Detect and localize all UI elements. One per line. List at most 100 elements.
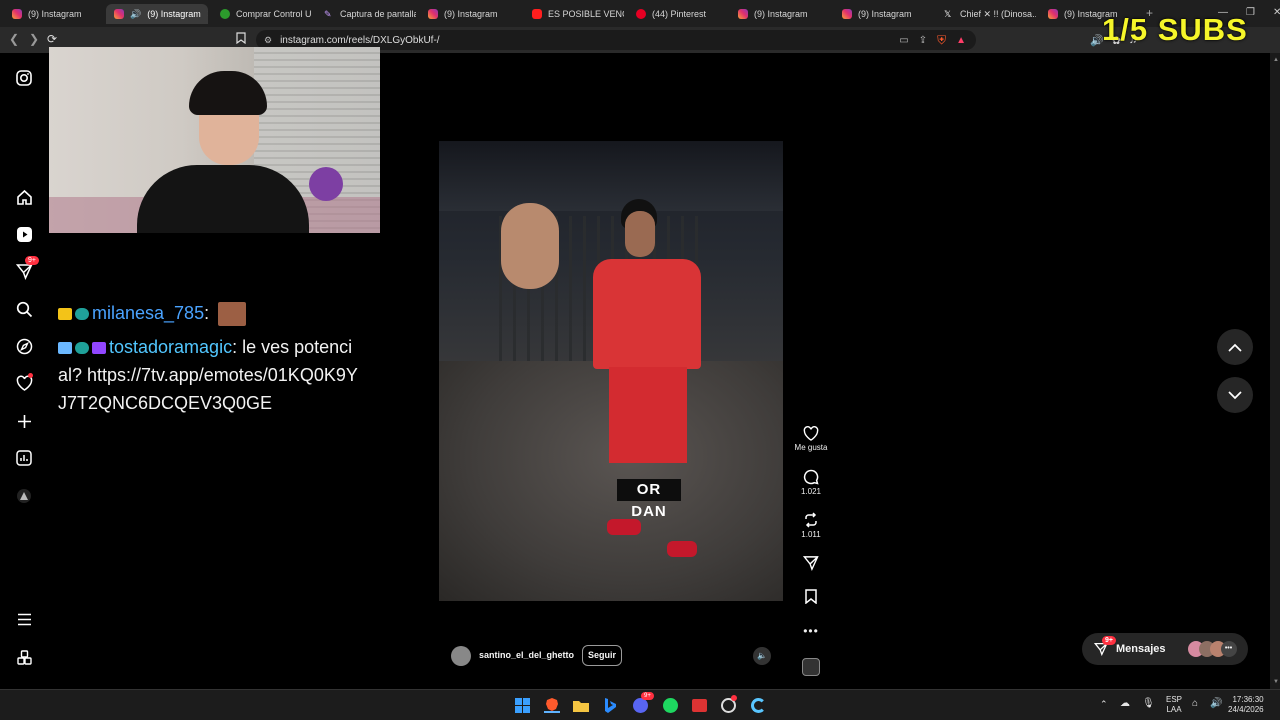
- messages-badge: 9+: [1102, 636, 1116, 645]
- bookmark-icon: [805, 589, 817, 604]
- more-avatars-icon: •••: [1220, 641, 1237, 657]
- night-sky: [439, 141, 783, 211]
- sword-badge-icon: [58, 342, 72, 355]
- search-icon[interactable]: [14, 299, 34, 319]
- file-explorer-icon[interactable]: [573, 697, 589, 713]
- right-sneaker: [667, 541, 697, 557]
- scroll-up-icon[interactable]: ▲: [1273, 57, 1279, 63]
- microphone-icon[interactable]: 🎙: [1142, 698, 1155, 709]
- next-reel-button[interactable]: [1217, 377, 1253, 413]
- notifications-heart-icon[interactable]: [14, 373, 34, 393]
- plush-toy: [309, 167, 343, 201]
- bookmark-icon[interactable]: [236, 32, 246, 47]
- windows-start-icon[interactable]: [514, 697, 530, 713]
- scroll-down-icon[interactable]: ▼: [1273, 679, 1279, 685]
- tab-xbox[interactable]: Comprar Control U...: [212, 4, 312, 24]
- send-icon: [803, 556, 819, 571]
- messages-button[interactable]: 9+ Mensajes •••: [1082, 633, 1248, 665]
- capcut-icon[interactable]: [750, 697, 766, 713]
- windows-taskbar: 9+ ⌃ ☁ 🎙 ESP LAA ⌂ 🔊 17:36:30 24/4/2026: [0, 689, 1280, 720]
- pen-icon: ✎: [324, 9, 332, 19]
- news-app-icon[interactable]: [691, 697, 707, 713]
- repost-button[interactable]: 1.011: [793, 512, 829, 539]
- onedrive-icon[interactable]: ☁: [1120, 698, 1130, 709]
- previous-reel-button[interactable]: [1217, 329, 1253, 365]
- tab-instagram-1[interactable]: (9) Instagram: [4, 4, 104, 24]
- tab-youtube[interactable]: ES POSIBLE VENCER: [524, 4, 624, 24]
- create-icon[interactable]: [14, 411, 34, 431]
- like-button[interactable]: Me gusta: [793, 426, 829, 452]
- network-icon[interactable]: ⌂: [1192, 698, 1198, 709]
- instagram-logo-icon[interactable]: [14, 68, 34, 88]
- save-button[interactable]: [793, 589, 829, 606]
- author-username[interactable]: santino_el_del_ghetto: [479, 650, 574, 660]
- instagram-icon: [842, 9, 852, 19]
- tab-screenshot[interactable]: ✎ Captura de pantalla: [316, 4, 416, 24]
- follow-button[interactable]: Seguir: [582, 645, 623, 666]
- sidebar: 9+: [0, 53, 48, 689]
- volume-icon[interactable]: 🔈: [753, 647, 771, 665]
- reels-icon[interactable]: [14, 224, 34, 244]
- obs-icon[interactable]: [720, 695, 737, 713]
- show-hidden-icons[interactable]: ⌃: [1100, 699, 1108, 710]
- more-options-icon[interactable]: •••: [793, 624, 829, 638]
- audio-thumbnail[interactable]: [793, 658, 829, 676]
- xbox-icon: [220, 9, 230, 19]
- crown-badge-icon: [58, 308, 72, 321]
- close-window-icon[interactable]: ✕: [1273, 7, 1280, 18]
- clock[interactable]: 17:36:30 24/4/2026: [1228, 695, 1264, 715]
- tab-instagram-4[interactable]: (9) Instagram: [730, 4, 830, 24]
- speaker-icon: 🔊: [130, 8, 142, 19]
- instagram-icon: [738, 9, 748, 19]
- language-indicator[interactable]: ESP LAA: [1166, 695, 1182, 715]
- also-from-meta-icon[interactable]: [14, 647, 34, 667]
- chat-message: milanesa_785:: [58, 299, 358, 327]
- emote-image: [218, 302, 247, 327]
- comments-button[interactable]: 1.021: [793, 469, 829, 496]
- messages-icon: 9+: [1093, 636, 1116, 657]
- site-info-icon[interactable]: ⚙: [264, 35, 272, 46]
- page-scrollbar[interactable]: ▲ ▼: [1270, 53, 1280, 689]
- stream-chat: milanesa_785: tostadoramagic: le ves pot…: [58, 299, 358, 417]
- instagram-icon: [114, 9, 124, 19]
- volume-icon[interactable]: 🔊: [1210, 698, 1222, 709]
- more-menu-icon[interactable]: [14, 609, 34, 629]
- share-icon[interactable]: ⇪: [919, 35, 927, 46]
- reload-icon[interactable]: ⟳: [47, 32, 57, 46]
- direct-messages-icon[interactable]: 9+: [14, 256, 39, 281]
- brave-shield-icon[interactable]: ⛨: [937, 33, 946, 48]
- red-shirt: [593, 259, 701, 369]
- brave-browser-icon[interactable]: [544, 697, 560, 713]
- sub-badge-icon: [75, 342, 89, 355]
- brave-rewards-icon[interactable]: ▲: [956, 35, 966, 46]
- profile-avatar[interactable]: [14, 486, 34, 506]
- reel-video[interactable]: OR DAN: [439, 141, 783, 601]
- tab-pinterest[interactable]: (44) Pinterest: [628, 4, 728, 24]
- forward-icon[interactable]: ❯: [29, 32, 39, 46]
- back-icon[interactable]: ❮: [9, 32, 19, 46]
- instagram-page: 9+ milanesa_785: tostadoramagic: le ves …: [0, 47, 1280, 689]
- chat-username: tostadoramagic: [109, 337, 233, 357]
- author-avatar[interactable]: [451, 646, 471, 666]
- bing-icon[interactable]: [602, 697, 618, 713]
- reel-player[interactable]: OR DAN santino_el_del_ghetto Seguir 🔈: [439, 65, 783, 678]
- tab-instagram-3[interactable]: (9) Instagram: [420, 4, 520, 24]
- dashboard-icon[interactable]: [14, 448, 34, 468]
- prime-badge-icon: [92, 342, 106, 355]
- close-tab-icon[interactable]: ✕: [207, 9, 208, 20]
- webcam-overlay: [49, 47, 380, 233]
- explore-icon[interactable]: [14, 336, 34, 356]
- share-button[interactable]: [793, 555, 829, 573]
- screen-icon[interactable]: ▭: [899, 35, 908, 46]
- tab-instagram-active[interactable]: 🔊(9) Instagram✕: [106, 4, 208, 24]
- discord-icon[interactable]: 9+: [632, 692, 654, 713]
- subs-counter-overlay: 1/5 SUBS: [1102, 12, 1248, 47]
- tab-instagram-5[interactable]: (9) Instagram: [834, 4, 934, 24]
- tab-x[interactable]: 𝕏 Chief ✕ !! (Dinosa...: [936, 4, 1036, 24]
- streamer-torso: [137, 165, 309, 233]
- instagram-icon: [428, 9, 438, 19]
- home-icon[interactable]: [14, 187, 34, 207]
- pinterest-icon: [636, 9, 646, 19]
- new-dot: [28, 373, 33, 378]
- spotify-icon[interactable]: [662, 697, 678, 713]
